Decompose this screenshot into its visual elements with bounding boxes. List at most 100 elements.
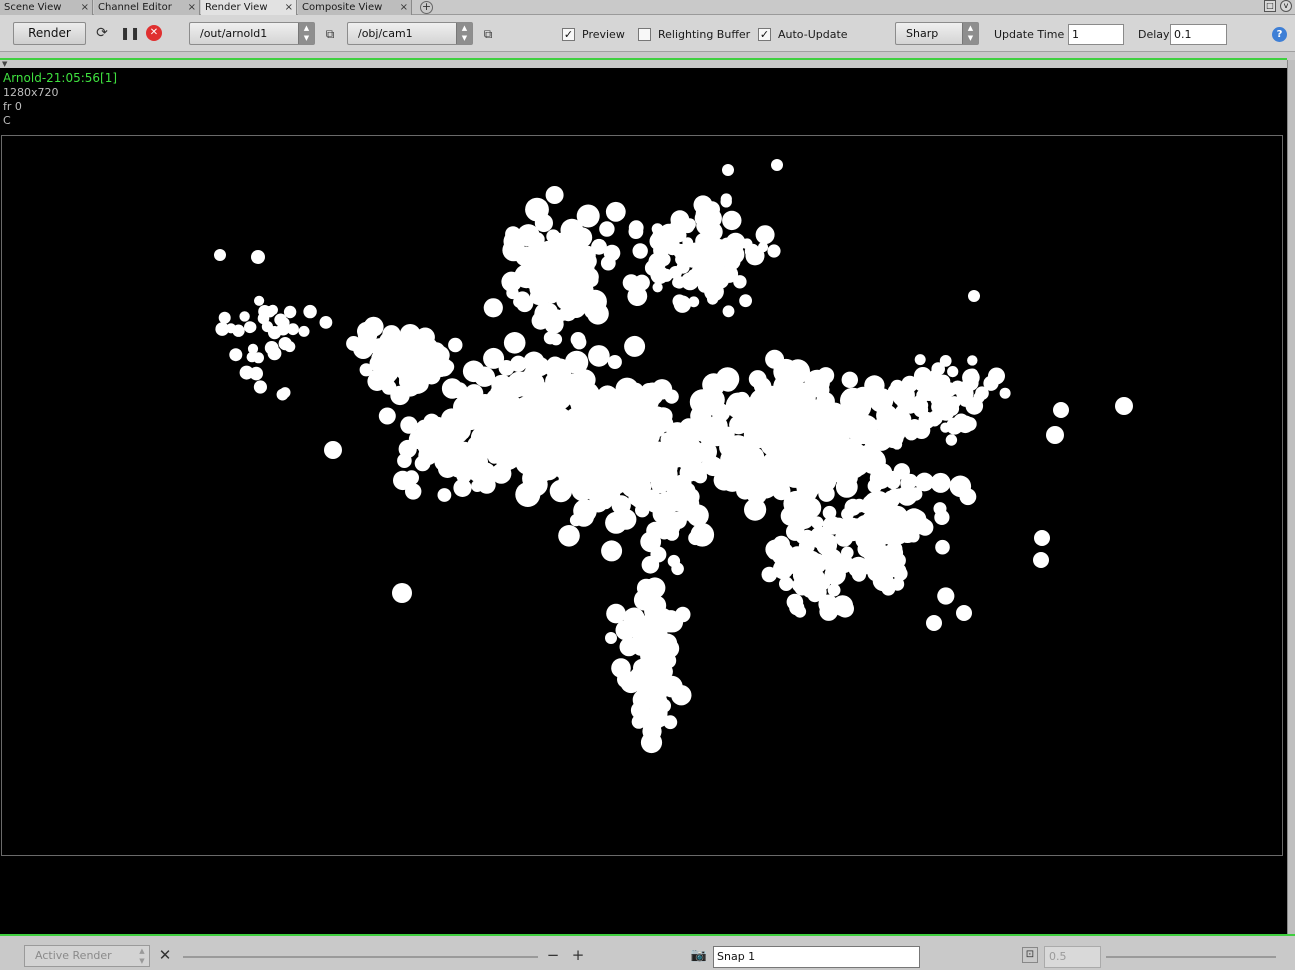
particle — [793, 605, 807, 618]
particle — [319, 316, 333, 329]
particle — [544, 314, 564, 334]
zoom-field[interactable]: 0.5 — [1044, 946, 1101, 968]
particle — [950, 380, 965, 395]
particle — [546, 229, 561, 244]
tab-channel-editor[interactable]: Channel Editor × — [94, 0, 200, 15]
particle — [745, 246, 765, 266]
particle — [483, 298, 503, 318]
particle — [640, 531, 662, 553]
particle — [628, 224, 644, 239]
close-icon[interactable]: × — [285, 0, 293, 15]
particle — [601, 540, 623, 562]
particle — [739, 436, 759, 457]
particle — [795, 510, 814, 529]
particle — [648, 407, 664, 423]
snapshot-slider[interactable] — [183, 956, 538, 958]
particle — [675, 253, 688, 266]
active-render-menu[interactable]: Active Render ▲ ▼ — [24, 945, 150, 967]
particle — [947, 396, 961, 409]
particle — [605, 632, 617, 644]
particle — [510, 433, 530, 453]
chevron-down-icon[interactable]: v — [1280, 0, 1292, 12]
particle — [688, 530, 703, 546]
particle — [691, 252, 708, 269]
particle — [926, 615, 942, 631]
zoom-slider[interactable] — [1106, 956, 1276, 958]
particle — [668, 433, 684, 449]
snapshot-field[interactable]: Snap 1 — [713, 946, 920, 968]
particle — [999, 387, 1011, 399]
particle — [507, 371, 532, 396]
close-icon[interactable]: × — [400, 0, 408, 15]
filter-mode-value: Sharp — [906, 27, 939, 40]
particle — [755, 225, 775, 245]
particle — [651, 704, 668, 721]
particle — [930, 472, 951, 493]
particle — [907, 530, 920, 543]
minus-icon[interactable]: − — [544, 946, 562, 964]
toolbar-divider: ▼ — [0, 52, 1295, 68]
vertical-scrollbar[interactable] — [1287, 60, 1295, 935]
auto-update-label: Auto-Update — [778, 28, 848, 41]
particle — [817, 367, 835, 384]
relighting-buffer-checkbox[interactable] — [638, 28, 651, 41]
delay-field[interactable]: 0.1 — [1170, 24, 1227, 45]
particle — [825, 402, 840, 417]
update-time-field[interactable]: 1 — [1068, 24, 1124, 45]
tab-scene-view[interactable]: Scene View × — [0, 0, 93, 15]
open-parameters-icon[interactable]: ⧉ — [479, 25, 497, 43]
delete-snapshot-icon[interactable]: ✕ — [156, 946, 174, 964]
refresh-icon[interactable]: ⟳ — [93, 24, 111, 42]
particle — [827, 583, 841, 597]
particle — [650, 473, 671, 494]
particle — [854, 414, 879, 439]
close-icon[interactable]: × — [81, 0, 89, 15]
filter-mode-menu[interactable]: Sharp ▲ ▼ — [895, 22, 979, 45]
particle — [641, 637, 656, 652]
particle — [767, 244, 781, 258]
particle — [840, 454, 859, 473]
plus-icon[interactable]: + — [569, 946, 587, 964]
close-icon[interactable]: × — [188, 0, 196, 15]
collapse-toolbar-icon[interactable]: ▼ — [2, 60, 7, 68]
pause-icon[interactable]: ❚❚ — [120, 24, 140, 42]
render-viewport[interactable]: Arnold-21:05:56[1] 1280x720 fr 0 C — [0, 68, 1287, 934]
camera-snapshot-icon[interactable]: 📷 — [690, 947, 708, 965]
particle — [679, 463, 699, 483]
camera-menu[interactable]: /obj/cam1 ▲ ▼ — [347, 22, 473, 45]
stop-render-icon[interactable]: ✕ — [146, 25, 162, 41]
particle — [819, 472, 833, 485]
particle — [602, 388, 615, 401]
tab-composite-view[interactable]: Composite View × — [298, 0, 412, 15]
particle — [597, 441, 619, 462]
particle — [945, 434, 958, 446]
render-button[interactable]: Render — [13, 22, 86, 45]
updown-arrows-icon: ▲ ▼ — [298, 23, 314, 44]
checkmark-icon: ✓ — [759, 28, 770, 41]
particle — [947, 366, 959, 378]
output-driver-menu[interactable]: /out/arnold1 ▲ ▼ — [189, 22, 315, 45]
particle — [946, 417, 964, 435]
particle — [968, 290, 980, 302]
preview-checkbox[interactable]: ✓ — [562, 28, 575, 41]
zoom-icon[interactable]: ⊡ — [1022, 947, 1038, 963]
tab-render-view[interactable]: Render View × — [201, 0, 297, 15]
particle — [632, 243, 648, 259]
maximize-icon[interactable]: □ — [1264, 0, 1276, 12]
particle — [392, 334, 415, 356]
auto-update-checkbox[interactable]: ✓ — [758, 28, 771, 41]
particle — [417, 436, 437, 456]
particle — [472, 402, 491, 421]
particle — [253, 380, 267, 394]
particle — [720, 265, 739, 283]
particle — [544, 264, 560, 280]
add-tab-icon[interactable]: + — [420, 1, 433, 14]
particle — [807, 587, 823, 603]
particle — [710, 432, 724, 447]
help-icon[interactable]: ? — [1272, 27, 1287, 42]
particle — [607, 355, 622, 369]
open-parameters-icon[interactable]: ⧉ — [321, 25, 339, 43]
camera-value: /obj/cam1 — [358, 27, 413, 40]
particle — [937, 587, 955, 605]
output-driver-value: /out/arnold1 — [200, 27, 268, 40]
